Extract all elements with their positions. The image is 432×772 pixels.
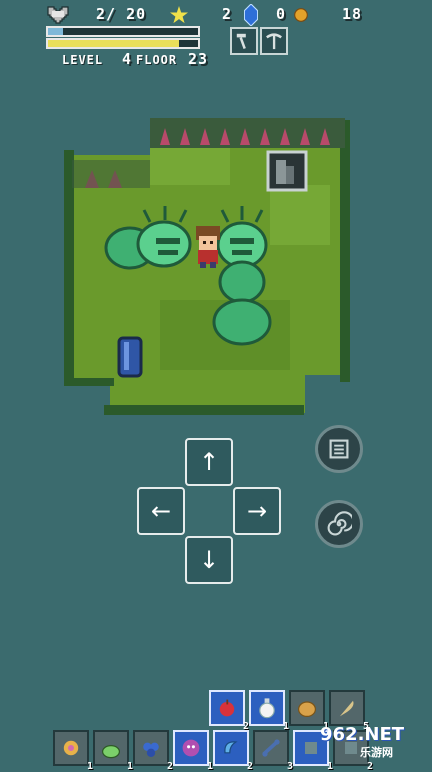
- stars-count: 2: [222, 5, 233, 23]
- gems-count: 0: [276, 5, 287, 23]
- apple-icon: [219, 699, 235, 717]
- blue-bean-icon: [224, 741, 238, 754]
- arrow-down-icon: ↓: [198, 546, 220, 574]
- slime-icon: [102, 745, 120, 759]
- inventory-slot[interactable]: 1: [93, 730, 133, 772]
- inventory-slot[interactable]: 1: [53, 730, 93, 772]
- coins-count: 18: [342, 5, 363, 23]
- coin-icon: [294, 8, 308, 22]
- bones-icon: [262, 739, 280, 757]
- watermark-brand: 962.NET: [320, 724, 405, 745]
- hammer-tool-button[interactable]: [230, 27, 258, 55]
- hp-bar: [46, 26, 200, 37]
- hp-text: 2/ 20: [96, 5, 147, 23]
- player-character: [196, 226, 220, 268]
- level-label: LEVEL: [62, 53, 104, 67]
- xp-bar-fill: [48, 40, 179, 47]
- pickaxe-icon: [266, 33, 282, 50]
- inventory-slot[interactable]: 3: [253, 730, 293, 772]
- star-icon: [170, 6, 188, 24]
- level-value: 4: [122, 50, 133, 68]
- swirl-action-button[interactable]: [315, 500, 363, 548]
- hammer-icon: [236, 33, 246, 50]
- menu-button[interactable]: [315, 425, 363, 473]
- arrow-up-icon: ↑: [198, 448, 220, 476]
- stairs-exit[interactable]: [266, 150, 308, 192]
- item-count: 2: [366, 761, 373, 772]
- dpad-up-button[interactable]: ↑: [185, 438, 233, 486]
- gem-icon: [244, 4, 258, 26]
- inventory-slot[interactable]: 2: [209, 690, 249, 732]
- inventory-slot[interactable]: 1: [173, 730, 213, 772]
- inventory-slot[interactable]: 1: [249, 690, 289, 732]
- floor-label: FLOOR: [136, 53, 178, 67]
- hud-bar: 2/ 20 2 0 18 LEVEL 4 FLOOR 23: [0, 0, 432, 80]
- feather-icon: [339, 700, 354, 717]
- dpad-left-button[interactable]: ←: [137, 487, 185, 535]
- xp-bar: [46, 38, 200, 49]
- flower-icon: [63, 740, 79, 756]
- pickaxe-tool-button[interactable]: [260, 27, 288, 55]
- heart-icon: [47, 6, 69, 24]
- game-map[interactable]: [0, 100, 432, 430]
- hp-bar-fill: [48, 28, 63, 35]
- inventory-slot[interactable]: 2: [133, 730, 173, 772]
- floor-value: 23: [188, 50, 209, 68]
- blue-pillar[interactable]: [117, 336, 143, 378]
- watermark-logo: 962.NET 乐游网: [312, 720, 424, 760]
- dpad-right-button[interactable]: →: [233, 487, 281, 535]
- spiral-icon: [327, 511, 352, 536]
- bread-icon: [298, 701, 316, 717]
- list-icon: [329, 439, 349, 459]
- watermark-sub: 乐游网: [360, 746, 393, 759]
- arrow-left-icon: ←: [150, 497, 172, 525]
- dpad-down-button[interactable]: ↓: [185, 536, 233, 584]
- arrow-right-icon: →: [246, 497, 268, 525]
- skull-orb-icon: [182, 739, 200, 757]
- inventory-slot[interactable]: 2: [213, 730, 253, 772]
- berries-icon: [143, 742, 159, 757]
- potion-icon: [259, 698, 275, 719]
